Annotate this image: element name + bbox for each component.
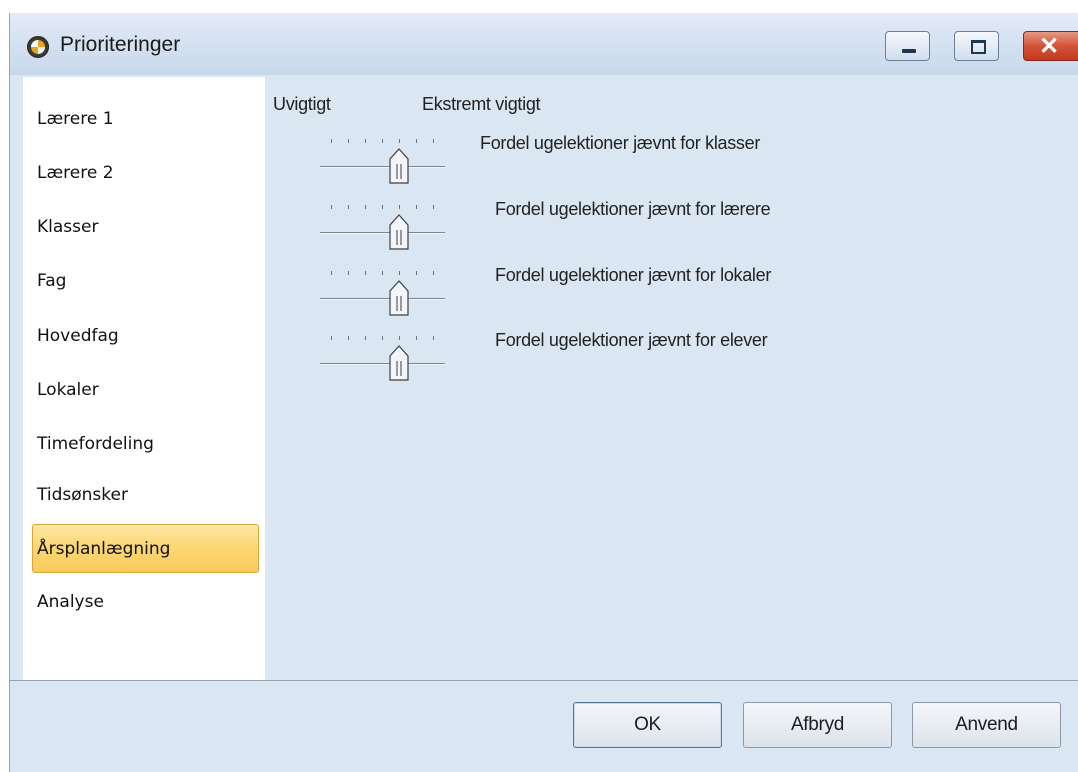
slider-tick	[433, 139, 434, 143]
sidebar-item-arsplanlaegning[interactable]: Årsplanlægning	[32, 524, 259, 573]
cancel-button[interactable]: Afbryd	[743, 702, 892, 748]
minimize-icon	[902, 49, 916, 53]
priority-row: Fordel ugelektioner jævnt for klasser	[265, 133, 965, 186]
title-bar[interactable]: Prioriteringer ✕	[10, 13, 1078, 75]
ok-button[interactable]: OK	[573, 702, 722, 748]
slider-track[interactable]	[320, 166, 445, 168]
priority-slider[interactable]	[320, 266, 445, 318]
slider-thumb[interactable]	[389, 214, 409, 250]
slider-tick	[331, 336, 332, 340]
slider-track[interactable]	[320, 232, 445, 234]
slider-tick	[382, 139, 383, 143]
sidebar-item-klasser[interactable]: Klasser	[32, 202, 259, 251]
priority-slider[interactable]	[320, 331, 445, 383]
slider-tick	[365, 271, 366, 275]
slider-thumb[interactable]	[389, 148, 409, 184]
slider-tick	[348, 205, 349, 209]
slider-tick	[382, 205, 383, 209]
slider-tick	[348, 139, 349, 143]
close-button[interactable]: ✕	[1023, 31, 1078, 61]
slider-tick	[416, 271, 417, 275]
slider-tick	[416, 139, 417, 143]
slider-tick	[399, 336, 400, 340]
slider-track[interactable]	[320, 298, 445, 300]
sidebar-item-fag[interactable]: Fag	[32, 256, 259, 305]
sidebar-item-laerere-2[interactable]: Lærere 2	[32, 148, 259, 197]
slider-tick	[382, 271, 383, 275]
scale-high-label: Ekstremt vigtigt	[422, 94, 541, 114]
slider-tick	[399, 205, 400, 209]
slider-tick	[433, 205, 434, 209]
sidebar-item-tidsonsker[interactable]: Tidsønsker	[32, 470, 259, 519]
priority-label: Fordel ugelektioner jævnt for lærere	[495, 199, 771, 219]
priority-row: Fordel ugelektioner jævnt for lokaler	[265, 265, 965, 318]
priority-label: Fordel ugelektioner jævnt for elever	[495, 330, 768, 350]
sidebar-item-analyse[interactable]: Analyse	[32, 577, 259, 626]
priorities-panel: Uvigtigt Ekstremt vigtigt Fordel ugelekt…	[265, 77, 1078, 680]
scale-low-label: Uvigtigt	[273, 94, 331, 114]
app-clock-icon	[27, 36, 49, 58]
slider-tick	[399, 139, 400, 143]
priority-label: Fordel ugelektioner jævnt for lokaler	[495, 265, 772, 285]
sidebar-item-lokaler[interactable]: Lokaler	[32, 365, 259, 414]
slider-tick	[331, 139, 332, 143]
slider-tick	[365, 205, 366, 209]
close-icon: ✕	[1039, 33, 1060, 60]
slider-thumb[interactable]	[389, 280, 409, 316]
priority-slider[interactable]	[320, 134, 445, 186]
category-sidebar: Lærere 1 Lærere 2 Klasser Fag Hovedfag L…	[23, 77, 265, 680]
apply-button[interactable]: Anvend	[912, 702, 1061, 748]
sidebar-item-timefordeling[interactable]: Timefordeling	[32, 419, 259, 468]
slider-tick	[399, 271, 400, 275]
slider-tick	[416, 336, 417, 340]
minimize-button[interactable]	[885, 31, 930, 61]
maximize-button[interactable]	[954, 31, 999, 61]
sidebar-item-hovedfag[interactable]: Hovedfag	[32, 311, 259, 360]
slider-tick	[331, 271, 332, 275]
slider-thumb[interactable]	[389, 345, 409, 381]
slider-tick	[348, 336, 349, 340]
slider-tick	[365, 139, 366, 143]
dialog-footer: OK Afbryd Anvend	[10, 680, 1078, 772]
window-title: Prioriteringer	[60, 33, 181, 56]
sidebar-item-laerere-1[interactable]: Lærere 1	[32, 94, 259, 143]
prioriteringer-dialog: Prioriteringer ✕ Lærere 1 Lærere 2 Klass…	[9, 13, 1078, 772]
slider-tick	[331, 205, 332, 209]
priority-slider[interactable]	[320, 200, 445, 252]
priority-row: Fordel ugelektioner jævnt for elever	[265, 330, 965, 383]
slider-tick	[433, 271, 434, 275]
priority-label: Fordel ugelektioner jævnt for klasser	[480, 133, 761, 153]
priority-row: Fordel ugelektioner jævnt for lærere	[265, 199, 965, 252]
maximize-icon	[971, 40, 986, 54]
slider-tick	[433, 336, 434, 340]
slider-tick	[348, 271, 349, 275]
slider-track[interactable]	[320, 363, 445, 365]
slider-tick	[365, 336, 366, 340]
slider-tick	[416, 205, 417, 209]
slider-tick	[382, 336, 383, 340]
